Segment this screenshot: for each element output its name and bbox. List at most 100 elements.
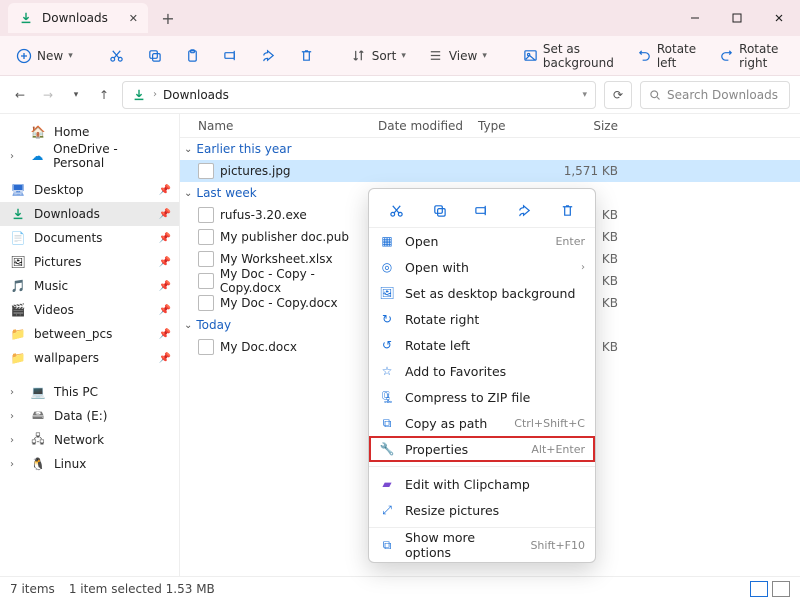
menu-set-background[interactable]: 🖼Set as desktop background [369, 280, 595, 306]
plus-circle-icon [16, 48, 32, 64]
trash-icon [299, 48, 315, 64]
search-icon [649, 89, 661, 101]
sort-button[interactable]: Sort ▾ [345, 44, 412, 68]
menu-more-options[interactable]: ⧉Show more optionsShift+F10 [369, 532, 595, 558]
tab-downloads[interactable]: Downloads ✕ [8, 3, 148, 33]
menu-label: Rotate left [405, 338, 585, 353]
column-size[interactable]: Size [558, 119, 618, 133]
menu-favorites[interactable]: ☆Add to Favorites [369, 358, 595, 384]
home-icon: 🏠 [30, 124, 46, 140]
minimize-button[interactable] [674, 0, 716, 36]
details-view-button[interactable] [750, 581, 768, 597]
clipboard-icon [185, 48, 201, 64]
sidebar-item-label: Documents [34, 231, 102, 245]
sidebar-item-onedrive[interactable]: ›☁OneDrive - Personal [0, 144, 179, 168]
file-size: 1,571 KB [558, 164, 618, 178]
sidebar-item-label: Pictures [34, 255, 82, 269]
copy-button[interactable] [141, 44, 169, 68]
column-date[interactable]: Date modified [378, 119, 478, 133]
sidebar-item-videos[interactable]: 🎬Videos📌 [0, 298, 179, 322]
menu-label: Copy as path [405, 416, 504, 431]
menu-rotate-left[interactable]: ↺Rotate left [369, 332, 595, 358]
copy-icon [432, 203, 447, 218]
add-tab-button[interactable]: + [154, 9, 182, 28]
share-button[interactable] [255, 44, 283, 68]
sidebar-item-documents[interactable]: 📄Documents📌 [0, 226, 179, 250]
up-button[interactable]: ↑ [94, 85, 114, 105]
back-button[interactable]: ← [10, 85, 30, 105]
maximize-button[interactable] [716, 0, 758, 36]
tab-close-icon[interactable]: ✕ [129, 12, 138, 25]
sidebar-item-music[interactable]: 🎵Music📌 [0, 274, 179, 298]
column-name[interactable]: Name [198, 119, 378, 133]
sidebar-item-downloads[interactable]: Downloads📌 [0, 202, 179, 226]
view-button[interactable]: View ▾ [422, 44, 493, 68]
rename-button[interactable] [471, 199, 493, 221]
sidebar-item-between-pcs[interactable]: 📁between_pcs📌 [0, 322, 179, 346]
delete-button[interactable] [557, 199, 579, 221]
sidebar-item-label: wallpapers [34, 351, 99, 365]
menu-compress[interactable]: 🗜Compress to ZIP file [369, 384, 595, 410]
copy-button[interactable] [428, 199, 450, 221]
file-name: My Doc - Copy.docx [220, 296, 338, 310]
sidebar-item-pictures[interactable]: 🖼Pictures📌 [0, 250, 179, 274]
menu-label: Open [405, 234, 545, 249]
delete-button[interactable] [293, 44, 321, 68]
cloud-icon: ☁ [30, 148, 46, 164]
sidebar-item-network[interactable]: ›🖧Network [0, 428, 179, 452]
address-bar: ← → ▾ ↑ › Downloads ▾ ⟳ Search Downloads [0, 76, 800, 114]
picture-icon [523, 48, 538, 64]
group-header[interactable]: ⌄Earlier this year [180, 138, 800, 160]
rename-icon [223, 48, 239, 64]
sidebar-item-home[interactable]: 🏠Home [0, 120, 179, 144]
sidebar-item-data-e[interactable]: ›🖴Data (E:) [0, 404, 179, 428]
open-icon: ▦ [379, 233, 395, 249]
set-background-button[interactable]: Set as background [517, 38, 621, 74]
menu-rotate-right[interactable]: ↻Rotate right [369, 306, 595, 332]
paste-button[interactable] [179, 44, 207, 68]
sidebar-item-linux[interactable]: ›🐧Linux [0, 452, 179, 476]
forward-button[interactable]: → [38, 85, 58, 105]
breadcrumb[interactable]: › Downloads ▾ [122, 81, 596, 109]
rotate-right-button[interactable]: Rotate right [713, 38, 785, 74]
sidebar-item-wallpapers[interactable]: 📁wallpapers📌 [0, 346, 179, 370]
menu-clipchamp[interactable]: ▰Edit with Clipchamp [369, 471, 595, 497]
menu-properties[interactable]: 🔧PropertiesAlt+Enter [369, 436, 595, 462]
open-with-icon: ◎ [379, 259, 395, 275]
menu-label: Rotate right [405, 312, 585, 327]
search-input[interactable]: Search Downloads [640, 81, 790, 109]
path-icon: ⧉ [379, 415, 395, 431]
menu-open-with[interactable]: ◎Open with› [369, 254, 595, 280]
download-icon [131, 87, 147, 103]
menu-resize[interactable]: ⤢Resize pictures [369, 497, 595, 523]
thumbnails-view-button[interactable] [772, 581, 790, 597]
scissors-icon [109, 48, 125, 64]
docx-file-icon [198, 295, 214, 311]
pub-file-icon [198, 229, 214, 245]
menu-label: Open with [405, 260, 571, 275]
menu-copy-path[interactable]: ⧉Copy as pathCtrl+Shift+C [369, 410, 595, 436]
rotate-left-button[interactable]: Rotate left [631, 38, 703, 74]
cut-button[interactable] [385, 199, 407, 221]
pin-icon: 📌 [159, 353, 171, 364]
share-icon [517, 203, 532, 218]
file-row[interactable]: pictures.jpg 1,571 KB [180, 160, 800, 182]
star-icon: ☆ [379, 363, 395, 379]
new-label: New [37, 49, 63, 63]
window-controls [674, 0, 800, 36]
menu-open[interactable]: ▦OpenEnter [369, 228, 595, 254]
recent-button[interactable]: ▾ [66, 85, 86, 105]
cut-button[interactable] [103, 44, 131, 68]
chevron-down-icon[interactable]: ▾ [582, 90, 587, 100]
share-button[interactable] [514, 199, 536, 221]
sidebar-item-this-pc[interactable]: ›💻This PC [0, 380, 179, 404]
column-type[interactable]: Type [478, 119, 558, 133]
linux-icon: 🐧 [30, 456, 46, 472]
sidebar-item-desktop[interactable]: 🖥Desktop📌 [0, 178, 179, 202]
new-button[interactable]: New ▾ [10, 44, 79, 68]
sidebar-item-label: Desktop [34, 183, 84, 197]
rename-button[interactable] [217, 44, 245, 68]
refresh-button[interactable]: ⟳ [604, 81, 632, 109]
more-button[interactable]: ••• [795, 45, 800, 67]
close-button[interactable] [758, 0, 800, 36]
